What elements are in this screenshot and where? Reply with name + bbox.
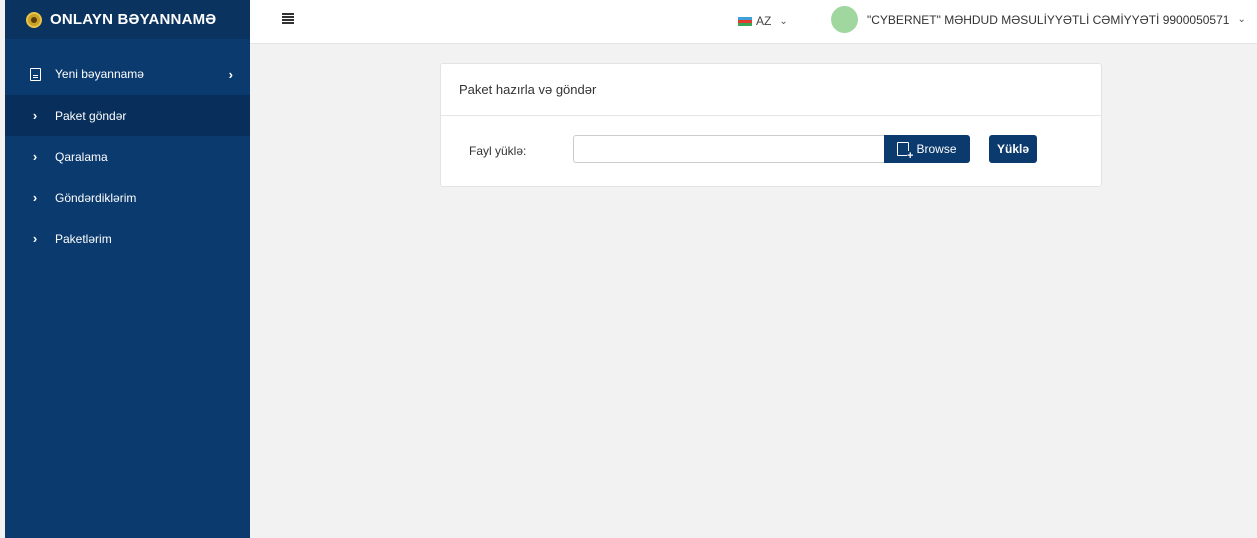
sidebar-item-label: Paketlərim: [55, 231, 112, 246]
hamburger-menu-icon[interactable]: [282, 13, 294, 24]
emblem-icon: [26, 11, 42, 28]
upload-button[interactable]: Yüklə: [989, 135, 1037, 163]
sidebar-item-send-package[interactable]: › Paket göndər: [5, 95, 250, 136]
document-icon: [28, 67, 42, 81]
brand[interactable]: ONLAYN BƏYANNAMƏ: [5, 0, 250, 39]
sidebar-item-new-declaration[interactable]: Yeni bəyannamə ›: [5, 53, 250, 95]
topbar: AZ ⌄ "CYBERNET" MƏHDUD MƏSULİYYƏTLİ CƏMİ…: [250, 0, 1257, 44]
language-code: AZ: [756, 14, 772, 28]
user-name: "CYBERNET" MƏHDUD MƏSULİYYƏTLİ CƏMİYYƏTİ…: [867, 12, 1230, 27]
sidebar-item-label: Göndərdiklərim: [55, 190, 137, 205]
chevron-down-icon: ⌄: [1237, 14, 1246, 25]
sidebar-item-drafts[interactable]: › Qaralama: [5, 136, 250, 177]
avatar: [831, 6, 858, 33]
browse-button-label: Browse: [916, 142, 957, 156]
language-selector[interactable]: AZ ⌄: [738, 14, 788, 28]
chevron-right-icon: ›: [32, 108, 38, 123]
file-path-input[interactable]: [573, 135, 884, 163]
file-upload-label: Fayl yüklə:: [469, 144, 527, 158]
user-menu[interactable]: "CYBERNET" MƏHDUD MƏSULİYYƏTLİ CƏMİYYƏTİ…: [831, 6, 1246, 33]
file-add-icon: [897, 142, 914, 161]
brand-title: ONLAYN BƏYANNAMƏ: [50, 11, 217, 28]
browse-button[interactable]: Browse: [884, 135, 970, 163]
sidebar-item-label: Qaralama: [55, 149, 108, 164]
sidebar: ONLAYN BƏYANNAMƏ Yeni bəyannamə › › Pake…: [5, 0, 250, 538]
azerbaijan-flag-icon: [738, 16, 752, 26]
chevron-right-icon: ›: [228, 66, 233, 82]
chevron-right-icon: ›: [32, 190, 38, 205]
upload-form: Fayl yüklə: Browse Yüklə: [441, 116, 1101, 186]
chevron-right-icon: ›: [32, 149, 38, 164]
sidebar-item-label: Paket göndər: [55, 108, 127, 123]
package-card: Paket hazırla və göndər Fayl yüklə: Brow…: [440, 63, 1102, 187]
sidebar-item-label: Yeni bəyannamə: [55, 67, 144, 81]
sidebar-item-packages[interactable]: › Paketlərim: [5, 218, 250, 259]
chevron-right-icon: ›: [32, 231, 38, 246]
chevron-down-icon: ⌄: [779, 15, 788, 27]
sidebar-item-sent[interactable]: › Göndərdiklərim: [5, 177, 250, 218]
sidebar-nav: Yeni bəyannamə › › Paket göndər › Qarala…: [5, 53, 250, 259]
card-title: Paket hazırla və göndər: [441, 64, 1101, 116]
